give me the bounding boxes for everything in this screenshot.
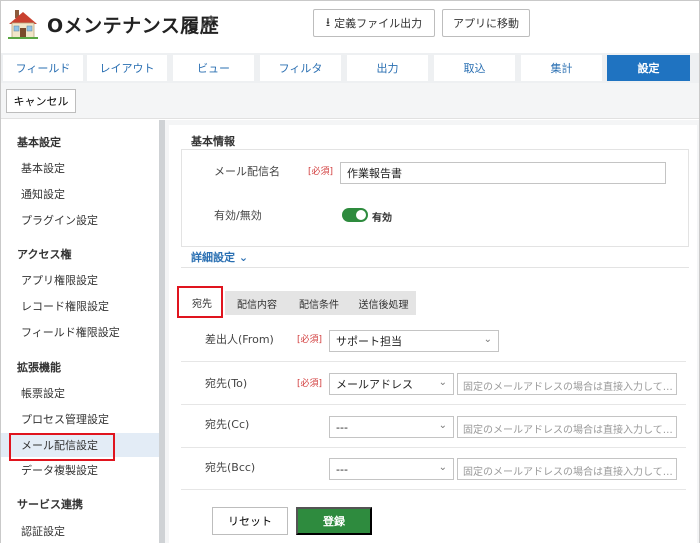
divider xyxy=(181,489,686,490)
reset-button[interactable]: リセット xyxy=(212,507,288,535)
export-definition-label: 定義ファイル出力 xyxy=(334,17,423,30)
tab-layout[interactable]: レイアウト xyxy=(87,55,167,81)
to-select[interactable]: メールアドレス ⌄ xyxy=(329,373,454,395)
divider xyxy=(181,267,689,268)
basic-info-title: 基本情報 xyxy=(191,135,235,148)
chevron-down-icon: ⌄ xyxy=(438,462,447,473)
mail-settings-panel: 基本情報 メール配信名 [必須] 有効/無効 有効 詳細設定 ⌄ 宛先 配信内容… xyxy=(169,125,697,543)
cc-select-value: --- xyxy=(336,420,348,434)
basic-info-box: メール配信名 [必須] 有効/無効 有効 xyxy=(181,149,689,247)
sidebar-item-report[interactable]: 帳票設定 xyxy=(1,381,159,405)
required-badge: [必須] xyxy=(297,335,323,345)
cc-address-input[interactable]: 固定のメールアドレスの場合は直接入力して… xyxy=(457,416,677,438)
detail-settings-label: 詳細設定 xyxy=(191,251,235,264)
go-to-app-button[interactable]: アプリに移動 xyxy=(442,9,530,37)
sidebar-item-auth[interactable]: 認証設定 xyxy=(1,519,159,543)
bcc-address-input[interactable]: 固定のメールアドレスの場合は直接入力して… xyxy=(457,458,677,480)
bcc-label: 宛先(Bcc) xyxy=(205,461,256,474)
bcc-select[interactable]: --- ⌄ xyxy=(329,458,454,480)
required-badge: [必須] xyxy=(308,167,334,177)
sidebar-item-app-permission[interactable]: アプリ権限設定 xyxy=(1,268,159,292)
required-badge: [必須] xyxy=(297,379,323,389)
subtab-content[interactable]: 配信内容 xyxy=(227,291,287,315)
sidebar-item-basic-settings[interactable]: 基本設定 xyxy=(1,156,159,180)
from-label: 差出人(From) xyxy=(205,333,274,346)
house-icon xyxy=(8,10,38,39)
sidebar-item-plugin[interactable]: プラグイン設定 xyxy=(1,208,159,232)
sidebar-item-notification[interactable]: 通知設定 xyxy=(1,182,159,206)
to-label: 宛先(To) xyxy=(205,377,248,390)
sidebar-item-process[interactable]: プロセス管理設定 xyxy=(1,407,159,431)
tab-filter[interactable]: フィルタ xyxy=(260,55,341,81)
enabled-toggle[interactable] xyxy=(342,208,368,222)
from-select-value: サポート担当 xyxy=(336,335,402,348)
app-title: Oメンテナンス履歴 xyxy=(47,15,220,37)
chevron-down-icon: ⌄ xyxy=(438,377,447,388)
action-bar: キャンセル xyxy=(1,83,699,119)
export-definition-button[interactable]: ⭳ 定義ファイル出力 xyxy=(313,9,435,37)
cc-select[interactable]: --- ⌄ xyxy=(329,416,454,438)
sidebar-item-record-permission[interactable]: レコード権限設定 xyxy=(1,294,159,318)
highlight-box xyxy=(9,433,115,461)
tab-view[interactable]: ビュー xyxy=(173,55,254,81)
chevron-down-icon: ⌄ xyxy=(438,420,447,431)
divider xyxy=(181,447,686,448)
tab-aggregate[interactable]: 集計 xyxy=(521,55,602,81)
settings-tabs: フィールド レイアウト ビュー フィルタ 出力 取込 集計 設定 xyxy=(1,53,699,83)
subtab-conditions[interactable]: 配信条件 xyxy=(289,291,349,315)
pencil-icon[interactable] xyxy=(199,13,217,31)
sidebar-section-access: アクセス権 xyxy=(17,248,72,261)
from-select[interactable]: サポート担当 ⌄ xyxy=(329,330,499,352)
sidebar-item-field-permission[interactable]: フィールド権限設定 xyxy=(1,320,159,344)
download-icon: ⭳ xyxy=(325,14,331,29)
chevron-down-icon: ⌄ xyxy=(483,334,492,345)
tab-output[interactable]: 出力 xyxy=(347,55,428,81)
highlight-box xyxy=(177,286,223,318)
tab-field[interactable]: フィールド xyxy=(3,55,83,81)
mail-name-input[interactable] xyxy=(340,162,666,184)
to-select-value: メールアドレス xyxy=(336,378,413,391)
settings-sidebar: 基本設定 基本設定 通知設定 プラグイン設定 アクセス権 アプリ権限設定 レコー… xyxy=(1,120,159,543)
bcc-select-value: --- xyxy=(336,462,348,476)
divider xyxy=(181,361,686,362)
detail-settings-toggle[interactable]: 詳細設定 ⌄ xyxy=(191,249,248,265)
tab-settings[interactable]: 設定 xyxy=(607,55,690,81)
cancel-button[interactable]: キャンセル xyxy=(6,89,76,113)
mail-name-label: メール配信名 xyxy=(214,165,280,178)
chevron-down-icon: ⌄ xyxy=(238,251,249,264)
enabled-state-text: 有効 xyxy=(372,213,392,224)
subtab-post-process[interactable]: 送信後処理 xyxy=(351,291,416,315)
sidebar-item-data-copy[interactable]: データ複製設定 xyxy=(1,458,159,482)
sidebar-section-basic: 基本設定 xyxy=(17,136,61,149)
save-button[interactable]: 登録 xyxy=(296,507,372,535)
divider xyxy=(181,404,686,405)
cc-label: 宛先(Cc) xyxy=(205,418,250,431)
to-address-input[interactable]: 固定のメールアドレスの場合は直接入力して… xyxy=(457,373,677,395)
tab-import[interactable]: 取込 xyxy=(434,55,515,81)
sidebar-section-service: サービス連携 xyxy=(17,498,83,511)
enabled-label: 有効/無効 xyxy=(214,209,262,222)
sidebar-section-extensions: 拡張機能 xyxy=(17,361,61,374)
app-header: Oメンテナンス履歴 ⭳ 定義ファイル出力 アプリに移動 xyxy=(1,1,699,47)
